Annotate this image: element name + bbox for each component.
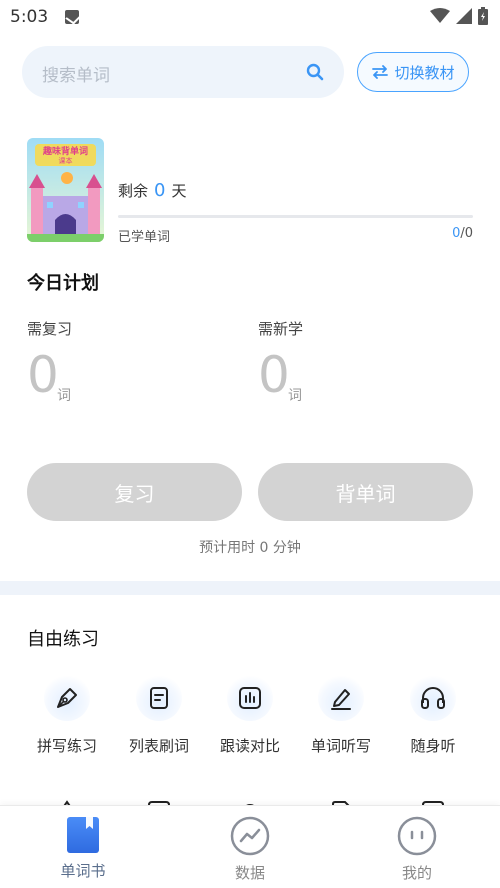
cover-title: 趣味背单词 xyxy=(42,145,88,157)
bottom-nav: 单词书 数据 我的 xyxy=(0,805,500,888)
practice-listen[interactable]: 随身听 xyxy=(383,675,483,756)
pen-nib-icon xyxy=(44,675,90,721)
review-label: 需复习 xyxy=(27,320,73,338)
nav-item-wordbook[interactable]: 单词书 xyxy=(33,816,133,881)
practice-label: 单词听写 xyxy=(310,737,371,755)
practice-spelling[interactable]: 拼写练习 xyxy=(17,675,117,756)
review-unit: 词 xyxy=(57,388,71,404)
nav-label: 单词书 xyxy=(60,862,106,880)
practice-label: 拼写练习 xyxy=(36,737,97,755)
free-practice-title: 自由练习 xyxy=(27,629,99,650)
cover-subtitle: 课本 xyxy=(59,156,73,165)
profile-icon xyxy=(397,816,437,856)
learned-total: /0 xyxy=(460,226,473,241)
status-bar: 5:03 xyxy=(0,0,500,34)
remaining-prefix: 剩余 xyxy=(118,182,149,200)
search-input[interactable]: 搜索单词 xyxy=(22,46,344,98)
new-words-count: 0 xyxy=(258,346,290,404)
list-doc-icon xyxy=(136,675,182,721)
practice-dictation[interactable]: 单词听写 xyxy=(291,675,391,756)
book-icon xyxy=(67,817,99,853)
switch-textbook-button[interactable]: 切换教材 xyxy=(357,52,469,92)
wifi-icon xyxy=(430,8,450,23)
review-count: 0 xyxy=(27,346,59,404)
remaining-days-count: 0 xyxy=(154,180,166,201)
nav-item-mine[interactable]: 我的 xyxy=(367,816,467,883)
book-cover[interactable]: 趣味背单词 课本 xyxy=(27,138,104,242)
learn-words-button[interactable]: 背单词 xyxy=(258,463,473,521)
remaining-days: 剩余 0 天 xyxy=(118,180,186,201)
nav-label: 我的 xyxy=(401,864,432,882)
status-time: 5:03 xyxy=(10,7,49,27)
headphones-icon xyxy=(410,675,456,721)
learned-progress-bar xyxy=(118,215,473,218)
practice-read-compare[interactable]: 跟读对比 xyxy=(200,675,300,756)
nav-label: 数据 xyxy=(234,864,265,882)
battery-icon xyxy=(478,7,488,25)
swap-arrows-icon xyxy=(372,65,389,79)
estimated-time: 预计用时 0 分钟 xyxy=(199,540,301,556)
practice-label: 跟读对比 xyxy=(219,737,280,755)
nav-item-data[interactable]: 数据 xyxy=(200,816,300,883)
learned-words-count: 0/0 xyxy=(452,226,473,241)
waveform-icon xyxy=(227,675,273,721)
signal-icon xyxy=(456,8,472,24)
new-words-unit: 词 xyxy=(288,388,302,404)
remaining-suffix: 天 xyxy=(171,182,187,200)
status-indicators xyxy=(430,7,488,25)
practice-label: 随身听 xyxy=(410,737,456,755)
pencil-line-icon xyxy=(318,675,364,721)
new-words-label: 需新学 xyxy=(258,320,304,338)
learned-words-label: 已学单词 xyxy=(118,230,171,245)
section-divider xyxy=(0,581,500,595)
review-button[interactable]: 复习 xyxy=(27,463,242,521)
practice-list-review[interactable]: 列表刷词 xyxy=(109,675,209,756)
practice-label: 列表刷词 xyxy=(128,737,189,755)
chart-icon xyxy=(230,816,270,856)
notification-app-icon xyxy=(65,10,79,24)
search-icon[interactable] xyxy=(306,63,324,81)
search-placeholder: 搜索单词 xyxy=(42,66,110,86)
switch-textbook-label: 切换教材 xyxy=(394,63,455,82)
today-plan-title: 今日计划 xyxy=(27,273,99,294)
